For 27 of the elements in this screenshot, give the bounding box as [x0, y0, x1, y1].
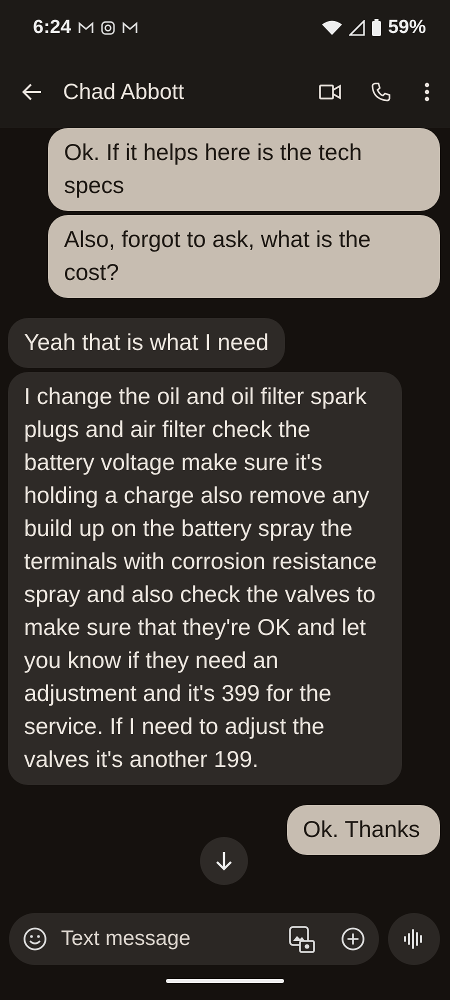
message-bubble: I change the oil and oil filter spark plugs and air filter check the battery voltage make sure it's holding a charge also remove any build up on the battery spray the terminals with corrosion resistance spray and also check the valves to make sure that they're OK and let you know if they need an adjustment and it's 399 for the service. If I need to adjust the valves it's another 199. [8, 372, 402, 785]
scroll-down-button[interactable] [200, 837, 248, 885]
message-bubble: Yeah that is what I need [8, 318, 285, 368]
message-bubble: Also, forgot to ask, what is the cost? [48, 215, 440, 298]
message-bubble: Ok. Thanks [286, 805, 440, 855]
mail-icon [122, 20, 138, 34]
signal-icon [348, 20, 365, 36]
mail-icon [78, 20, 94, 34]
down-arrow-icon [215, 851, 233, 871]
battery-icon [372, 19, 381, 36]
battery-percent: 59% [388, 16, 426, 38]
video-call-icon[interactable] [319, 84, 341, 100]
message-bubble: Ok. If it helps here is the tech specs [48, 128, 440, 211]
contact-name: Chad Abbott [63, 78, 186, 104]
add-icon[interactable] [341, 927, 365, 951]
voice-button[interactable] [388, 913, 440, 965]
phone-icon[interactable] [371, 82, 391, 102]
emoji-icon[interactable] [23, 927, 47, 951]
wifi-icon [322, 20, 342, 35]
status-time: 6:24 [33, 16, 72, 38]
camera-icon [101, 20, 116, 34]
more-options-icon[interactable] [424, 82, 430, 102]
waveform-icon [403, 929, 425, 949]
message-field[interactable]: Text message [59, 926, 277, 952]
message-composer[interactable]: Text message [9, 913, 379, 965]
gallery-icon[interactable] [289, 926, 315, 952]
back-icon[interactable] [22, 82, 42, 100]
